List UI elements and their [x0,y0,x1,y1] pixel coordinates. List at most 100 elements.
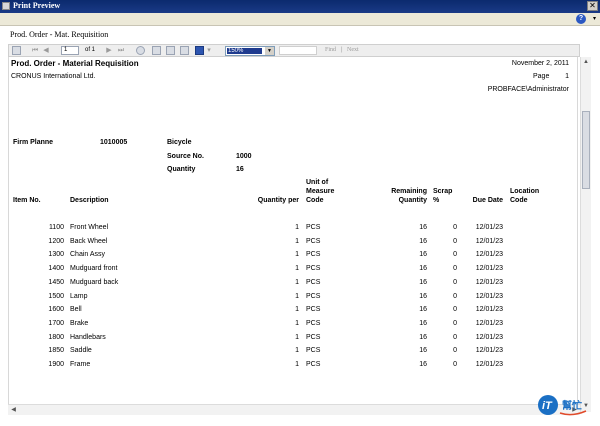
window-titlebar: Print Preview ✕ [0,0,600,13]
scroll-up-icon[interactable]: ▲ [582,58,590,67]
row-due-date: 12/01/23 [475,237,503,245]
page-setup-icon[interactable] [180,46,189,55]
app-icon [2,2,10,10]
stop-icon[interactable] [136,46,145,55]
row-scrap: 0 [453,361,457,368]
toc-icon[interactable] [12,46,21,55]
help-dropdown-icon[interactable]: ▾ [593,15,596,22]
vertical-scrollbar[interactable]: ▲ ▼ [580,57,591,412]
row-item-no: 1600 [48,306,64,314]
chevron-down-icon[interactable]: ▼ [265,47,274,55]
row-description: Lamp [70,292,88,300]
row-item-no: 1300 [48,251,64,259]
page-number: 1 [565,73,569,80]
find-input[interactable] [279,46,317,55]
watermark-sub: 幫忙 [562,399,582,412]
source-no-label: Source No. [167,153,204,160]
row-remaining-quantity: 16 [419,224,427,231]
quantity-label: Quantity [167,166,196,173]
row-due-date: 12/01/23 [475,251,503,259]
row-quantity-per: 1 [295,251,299,259]
row-uom: PCS [306,237,321,245]
row-remaining-quantity: 16 [419,251,427,259]
row-due-date: 12/01/23 [475,361,503,368]
row-uom: PCS [306,292,321,300]
row-description: Back Wheel [70,237,108,245]
first-page-icon[interactable]: ⏮ [31,46,39,55]
col-location-2: Code [510,197,528,204]
watermark-logo: iT 幫忙 [534,393,594,417]
row-due-date: 12/01/23 [475,319,503,327]
export-icon[interactable] [195,46,204,55]
row-remaining-quantity: 16 [419,237,427,245]
row-uom: PCS [306,333,321,341]
row-description: Mudguard back [70,278,119,286]
page-number-input[interactable]: 1 [61,46,79,55]
menubar: ? ▾ [0,13,600,26]
row-item-no: 1700 [48,319,64,327]
row-quantity-per: 1 [295,319,299,327]
zoom-select[interactable]: 150% ▼ [225,46,275,56]
toolbar-separator: | [341,47,343,53]
row-item-no: 1500 [48,292,64,300]
row-description: Brake [70,319,89,327]
row-description: Bell [70,306,82,314]
row-due-date: 12/01/23 [475,306,503,314]
row-description: Mudguard front [70,265,118,273]
print-layout-icon[interactable] [166,46,175,55]
row-quantity-per: 1 [295,278,299,286]
row-due-date: 12/01/23 [475,347,503,355]
row-scrap: 0 [453,278,457,286]
row-scrap: 0 [453,237,457,245]
row-due-date: 12/01/23 [475,333,503,341]
row-due-date: 12/01/23 [475,265,503,273]
col-remaining-2: Quantity [398,197,427,204]
row-scrap: 0 [453,265,457,273]
row-due-date: 12/01/23 [475,292,503,300]
page-count-label: of 1 [85,47,96,53]
row-remaining-quantity: 16 [419,306,427,314]
row-uom: PCS [306,306,321,314]
source-no-value: 1000 [236,153,252,160]
row-uom: PCS [306,278,321,286]
row-uom: PCS [306,224,321,231]
find-link[interactable]: Find [325,46,336,55]
order-number: 1010005 [100,139,128,146]
close-button[interactable]: ✕ [587,1,598,11]
row-item-no: 1850 [48,347,64,355]
row-quantity-per: 1 [295,292,299,300]
company-name: CRONUS International Ltd. [11,73,96,80]
print-icon[interactable] [152,46,161,55]
row-remaining-quantity: 16 [419,333,427,341]
scroll-thumb[interactable] [582,111,590,189]
row-item-no: 1200 [48,237,64,245]
row-scrap: 0 [453,224,457,231]
col-remaining-1: Remaining [391,188,427,195]
col-scrap-1: Scrap [433,188,453,195]
last-page-icon[interactable]: ⏭ [117,46,125,55]
row-item-no: 1900 [48,361,64,368]
row-scrap: 0 [453,306,457,314]
row-quantity-per: 1 [295,237,299,245]
order-status: Firm Planne [13,139,54,146]
scroll-left-icon[interactable]: ◀ [9,406,18,414]
row-item-no: 1450 [48,278,64,286]
export-dropdown-icon[interactable]: ▾ [205,46,213,55]
row-scrap: 0 [453,292,457,300]
col-quantity-per: Quantity per [257,197,299,204]
col-scrap-2: % [433,197,440,204]
row-uom: PCS [306,347,321,355]
report-date: November 2, 2011 [511,60,569,67]
row-description: Handlebars [70,333,106,341]
previous-page-icon[interactable]: ◀ [42,46,50,55]
help-icon[interactable]: ? [576,14,586,24]
row-remaining-quantity: 16 [419,265,427,273]
row-quantity-per: 1 [295,347,299,355]
row-quantity-per: 1 [295,265,299,273]
row-quantity-per: 1 [295,333,299,341]
row-uom: PCS [306,319,321,327]
horizontal-scrollbar[interactable]: ◀ ▶ [8,404,580,415]
next-link[interactable]: Next [347,46,359,55]
user-id: PROBFACE\Administrator [487,86,569,93]
next-page-icon[interactable]: ▶ [105,46,113,55]
